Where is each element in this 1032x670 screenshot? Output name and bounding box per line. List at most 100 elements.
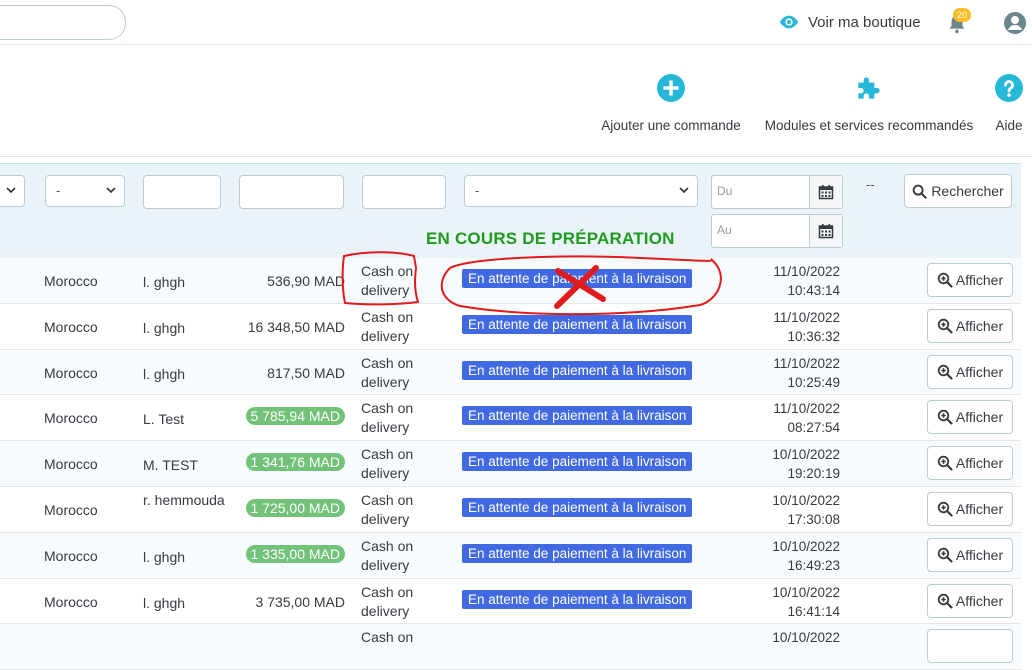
zoom-in-icon [937,455,953,471]
user-avatar-icon[interactable] [1003,11,1027,35]
status-badge[interactable]: En attente de paiement à la livraison [462,360,693,380]
view-shop-label: Voir ma boutique [808,13,921,31]
zoom-in-icon [937,593,953,609]
view-order-label: Afficher [955,500,1004,517]
table-row[interactable]: Morocco l. ghgh 16 348,50 MAD Cash on deliv… [0,303,1021,350]
table-row[interactable]: Morocco M. TEST 1 341,76 MAD Cash on delive… [0,441,1021,487]
help-button[interactable]: Aide [992,72,1026,133]
table-row[interactable]: Morocco l. ghgh 3 735,00 MAD Cash on delive… [0,578,1021,625]
country-filter-select[interactable]: - [45,175,125,207]
zoom-in-icon [937,272,953,288]
customer-cell: l. ghgh [143,548,186,565]
view-order-label: Afficher [955,363,1004,380]
payment-cell: Cash on delivery [361,308,414,344]
date-value: 11/10/2022 [773,309,840,325]
time-value: 16:49:23 [787,557,840,573]
customer-cell: l. ghgh [143,274,186,290]
zoom-in-icon [937,547,953,563]
page-toolbar: Ajouter une commande Modules et services… [0,44,1032,157]
customer-cell: l. ghgh [143,594,186,611]
total-cell: 5 785,94 MAD [245,407,345,426]
date-value: 11/10/2022 [773,264,840,279]
date-cell: 10/10/2022 17:30:08 [772,491,840,529]
search-button[interactable]: Rechercher [904,174,1012,208]
table-row[interactable]: Morocco r. hemmouda 1 725,00 MAD Cash on de… [0,486,1021,533]
view-order-label: Afficher [955,546,1004,563]
country-cell: Morocco [44,456,98,473]
payment-cell: Cash on delivery [361,263,414,298]
modules-button[interactable]: Modules et services recommandés [760,72,978,133]
date-cell: 11/10/2022 10:36:32 [773,308,840,346]
status-badge[interactable]: En attente de paiement à la livraison [462,497,693,517]
date-cell: 11/10/2022 10:25:49 [773,354,840,392]
status-badge[interactable]: En attente de paiement à la livraison [462,452,693,472]
puzzle-icon [858,77,880,99]
time-value: 10:43:14 [787,283,840,298]
date-cell: 10/10/2022 16:41:14 [772,583,840,621]
add-order-label: Ajouter une commande [601,118,741,133]
payment-cell: Cash on delivery [361,446,414,482]
total-cell: 16 348,50 MAD [247,318,345,335]
range-separator: -- [866,177,875,192]
status-badge[interactable]: En attente de paiement à la livraison [462,406,693,426]
view-order-button[interactable]: Afficher [927,446,1013,481]
search-button-label: Rechercher [931,183,1004,199]
add-order-button[interactable]: Ajouter une commande [596,72,746,133]
status-badge[interactable]: En attente de paiement à la livraison [462,269,693,288]
table-row[interactable]: Morocco l. ghgh 536,90 MAD Cash on delivery… [0,258,1021,304]
view-order-button[interactable]: Afficher [927,583,1013,618]
total-filter-input[interactable] [239,175,344,209]
status-filter-select[interactable]: - [464,175,698,207]
view-order-button[interactable]: Afficher [927,400,1013,435]
date-cell: 10/10/2022 19:20:19 [772,445,840,483]
payment-filter-input[interactable] [362,175,446,209]
time-value: 16:41:14 [787,603,840,619]
view-order-button[interactable]: Afficher [927,537,1013,572]
view-order-button[interactable]: Afficher [927,354,1013,389]
calendar-icon[interactable] [809,176,842,208]
date-to-input[interactable]: Au [711,214,843,248]
customer-cell: l. ghgh [143,319,186,336]
header-search-input[interactable] [0,5,126,40]
view-order-label: Afficher [955,409,1004,426]
date-cell: 10/10/2022 [772,628,840,647]
calendar-icon[interactable] [809,215,842,247]
filter-select-partial[interactable] [0,175,25,207]
country-cell: Morocco [44,501,98,518]
country-cell: Morocco [44,547,98,564]
chevron-down-icon [679,187,689,194]
date-from-input[interactable]: Du [711,175,843,209]
country-cell: Morocco [44,410,98,427]
zoom-in-icon [937,364,953,380]
table-row[interactable]: Morocco l. ghgh 817,50 MAD Cash on delivery… [0,349,1021,396]
view-shop-link[interactable]: Voir ma boutique [778,11,921,33]
modules-label: Modules et services recommandés [764,118,974,133]
table-row[interactable]: Morocco L. Test 5 785,94 MAD Cash on delive… [0,395,1021,442]
date-cell: 11/10/2022 08:27:54 [773,399,840,437]
view-order-button[interactable]: Afficher [927,263,1013,297]
help-label: Aide [995,118,1023,133]
customer-cell: r. hemmouda [143,491,225,508]
payment-cell: Cash on delivery [361,400,414,436]
country-cell: Morocco [44,318,98,335]
country-cell: Morocco [44,593,98,610]
status-badge[interactable]: En attente de paiement à la livraison [462,543,693,563]
status-badge[interactable]: En attente de paiement à la livraison [462,314,693,334]
eye-icon [779,15,799,29]
annotation-label: EN COURS DE PRÉPARATION [426,229,675,248]
view-order-button[interactable] [927,629,1013,664]
status-badge[interactable]: En attente de paiement à la livraison [462,589,693,609]
customer-filter-input[interactable] [143,175,221,209]
country-cell: Morocco [44,273,98,289]
view-order-button[interactable]: Afficher [927,308,1013,343]
country-cell: Morocco [44,364,98,381]
status-filter-value: - [475,183,480,198]
total-cell: 1 335,00 MAD [245,544,345,563]
table-row[interactable]: Morocco l. ghgh 1 335,00 MAD Cash on delive… [0,532,1021,579]
view-order-button[interactable]: Afficher [927,491,1013,526]
payment-cell: Cash on delivery [361,537,414,573]
payment-cell: Cash on delivery [361,583,414,619]
view-order-label: Afficher [955,592,1004,609]
notification-count-badge: 20 [953,8,972,22]
table-row[interactable]: Cash on 10/10/2022 [0,624,1021,670]
